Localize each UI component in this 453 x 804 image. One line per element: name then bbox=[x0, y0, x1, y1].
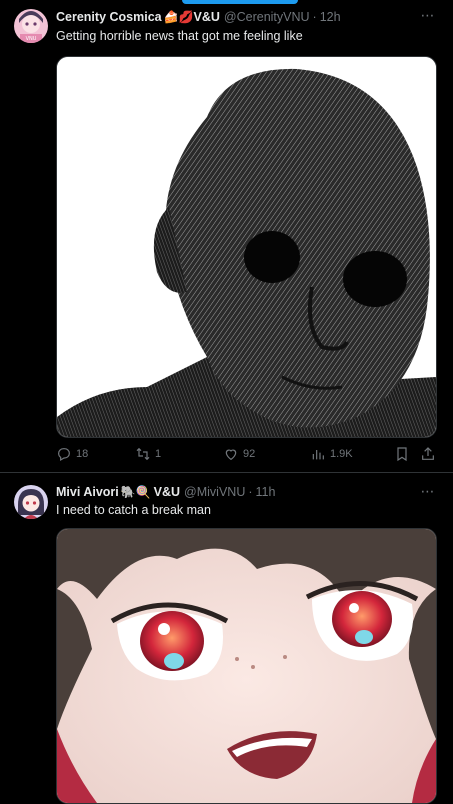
retweet-icon bbox=[136, 447, 150, 461]
timestamp[interactable]: 11h bbox=[256, 485, 276, 499]
reply-icon bbox=[58, 448, 70, 462]
anime-crying-face-image bbox=[57, 529, 436, 803]
bookmark-button[interactable] bbox=[394, 444, 410, 464]
heart-icon bbox=[225, 449, 237, 461]
views-button[interactable]: 1.9K bbox=[310, 444, 353, 464]
tweet-actions: 18 1 92 1.9K bbox=[56, 444, 436, 464]
bookmark-icon bbox=[397, 447, 407, 462]
tweet-media-image[interactable] bbox=[56, 56, 437, 438]
avatar[interactable] bbox=[14, 485, 48, 519]
name-emoji: 🐘🍭 bbox=[120, 485, 151, 499]
avatar[interactable]: VNU bbox=[14, 9, 48, 43]
tweet-media-image[interactable] bbox=[56, 528, 437, 804]
name-suffix[interactable]: V&U bbox=[194, 10, 220, 24]
tweet[interactable]: VNU Cerenity Cosmica 🍰💋 V&U @CerenityVNU… bbox=[0, 0, 453, 473]
tweet[interactable]: Mivi Aivori 🐘🍭 V&U @MiviVNU · 11h ⋯ I ne… bbox=[0, 473, 453, 804]
separator-dot: · bbox=[248, 485, 253, 499]
svg-text:VNU: VNU bbox=[26, 36, 37, 42]
timestamp[interactable]: 12h bbox=[320, 10, 341, 24]
more-options-icon[interactable]: ⋯ bbox=[419, 484, 437, 503]
tweet-header: Mivi Aivori 🐘🍭 V&U @MiviVNU · 11h bbox=[56, 483, 275, 501]
share-icon bbox=[422, 447, 434, 460]
separator-dot: · bbox=[312, 10, 317, 24]
name-suffix[interactable]: V&U bbox=[154, 485, 180, 499]
retweet-button[interactable]: 1 bbox=[135, 444, 161, 464]
tweet-text: Getting horrible news that got me feelin… bbox=[56, 29, 303, 43]
display-name[interactable]: Mivi Aivori bbox=[56, 485, 119, 499]
reply-count: 18 bbox=[76, 448, 89, 460]
share-button[interactable] bbox=[420, 444, 436, 464]
like-button[interactable]: 92 bbox=[223, 444, 255, 464]
reply-button[interactable]: 18 bbox=[56, 444, 88, 464]
sketched-face-image bbox=[57, 57, 436, 437]
handle[interactable]: @CerenityVNU bbox=[224, 10, 310, 24]
analytics-icon bbox=[312, 450, 324, 460]
tweet-header: Cerenity Cosmica 🍰💋 V&U @CerenityVNU · 1… bbox=[56, 8, 341, 26]
views-count: 1.9K bbox=[330, 448, 353, 460]
handle[interactable]: @MiviVNU bbox=[184, 485, 245, 499]
like-count: 92 bbox=[243, 448, 256, 460]
more-options-icon[interactable]: ⋯ bbox=[419, 8, 437, 27]
name-emoji: 🍰💋 bbox=[163, 10, 194, 24]
display-name[interactable]: Cerenity Cosmica bbox=[56, 10, 162, 24]
tweet-text: I need to catch a break man bbox=[56, 503, 211, 517]
retweet-count: 1 bbox=[155, 448, 162, 460]
